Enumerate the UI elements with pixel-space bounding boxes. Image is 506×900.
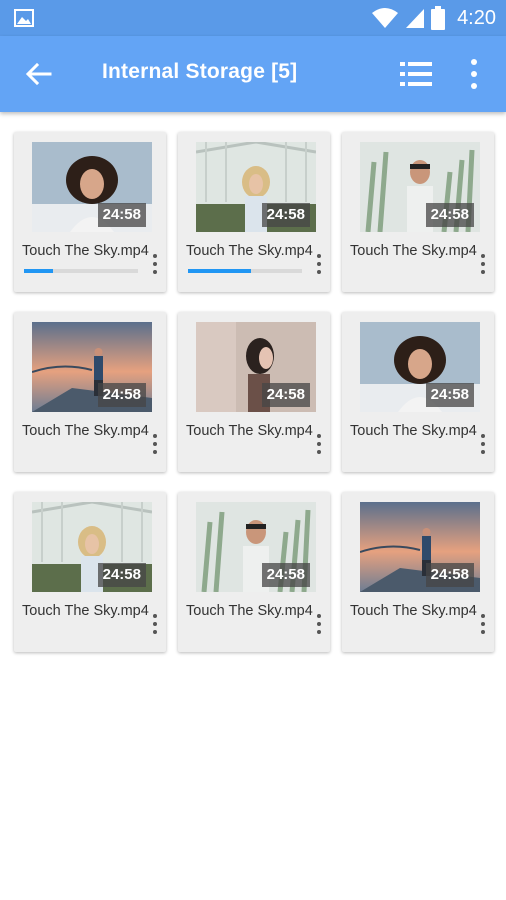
duration-badge: 24:58 — [425, 563, 474, 587]
video-thumbnail: 24:58 — [196, 322, 316, 412]
duration-badge: 24:58 — [97, 563, 146, 587]
video-name: Touch The Sky.mp4 — [22, 243, 149, 259]
watch-progress-fill — [188, 269, 251, 273]
battery-icon — [431, 6, 446, 30]
more-vert-icon[interactable] — [148, 612, 162, 636]
duration-badge: 24:58 — [261, 203, 310, 227]
video-name: Touch The Sky.mp4 — [350, 243, 477, 259]
more-vert-icon[interactable] — [148, 252, 162, 276]
watch-progress-bar — [188, 269, 302, 273]
video-thumbnail: 24:58 — [360, 142, 480, 232]
video-card[interactable]: 24:58 Touch The Sky.mp4 — [14, 492, 166, 652]
more-vert-icon[interactable] — [312, 252, 326, 276]
video-card[interactable]: 24:58 Touch The Sky.mp4 — [342, 312, 494, 472]
list-view-icon[interactable] — [398, 58, 434, 90]
video-card[interactable]: 24:58 Touch The Sky.mp4 — [178, 312, 330, 472]
video-thumbnail: 24:58 — [196, 142, 316, 232]
more-vert-icon[interactable] — [476, 432, 490, 456]
video-card[interactable]: 24:58 Touch The Sky.mp4 — [342, 132, 494, 292]
video-name: Touch The Sky.mp4 — [186, 603, 313, 619]
watch-progress-bar — [24, 269, 138, 273]
video-name: Touch The Sky.mp4 — [186, 243, 313, 259]
duration-badge: 24:58 — [97, 203, 146, 227]
video-thumbnail: 24:58 — [32, 502, 152, 592]
video-grid: 24:58 Touch The Sky.mp4 24:58 Touch The Sk… — [14, 132, 494, 652]
page-title: Internal Storage [5] — [102, 60, 298, 83]
more-vert-icon[interactable] — [312, 432, 326, 456]
video-card[interactable]: 24:58 Touch The Sky.mp4 — [342, 492, 494, 652]
status-time: 4:20 — [457, 6, 496, 29]
duration-badge: 24:58 — [261, 563, 310, 587]
signal-icon — [406, 9, 425, 28]
wifi-icon — [372, 8, 399, 28]
video-thumbnail: 24:58 — [196, 502, 316, 592]
more-vert-icon[interactable] — [476, 612, 490, 636]
video-thumbnail: 24:58 — [32, 142, 152, 232]
gallery-icon — [14, 9, 34, 27]
duration-badge: 24:58 — [97, 383, 146, 407]
watch-progress-fill — [24, 269, 53, 273]
video-card[interactable]: 24:58 Touch The Sky.mp4 — [178, 132, 330, 292]
more-vert-icon[interactable] — [476, 252, 490, 276]
duration-badge: 24:58 — [425, 383, 474, 407]
video-card[interactable]: 24:58 Touch The Sky.mp4 — [178, 492, 330, 652]
video-thumbnail: 24:58 — [360, 322, 480, 412]
app-bar: Internal Storage [5] — [0, 36, 506, 112]
duration-badge: 24:58 — [261, 383, 310, 407]
video-card[interactable]: 24:58 Touch The Sky.mp4 — [14, 312, 166, 472]
video-name: Touch The Sky.mp4 — [186, 423, 313, 439]
status-bar: 4:20 — [0, 0, 506, 36]
more-vert-icon[interactable] — [148, 432, 162, 456]
video-thumbnail: 24:58 — [32, 322, 152, 412]
video-card[interactable]: 24:58 Touch The Sky.mp4 — [14, 132, 166, 292]
video-name: Touch The Sky.mp4 — [22, 423, 149, 439]
video-name: Touch The Sky.mp4 — [22, 603, 149, 619]
video-name: Touch The Sky.mp4 — [350, 603, 477, 619]
video-thumbnail: 24:58 — [360, 502, 480, 592]
more-vert-icon[interactable] — [462, 56, 486, 92]
more-vert-icon[interactable] — [312, 612, 326, 636]
video-name: Touch The Sky.mp4 — [350, 423, 477, 439]
duration-badge: 24:58 — [425, 203, 474, 227]
back-arrow-icon[interactable] — [22, 58, 54, 90]
